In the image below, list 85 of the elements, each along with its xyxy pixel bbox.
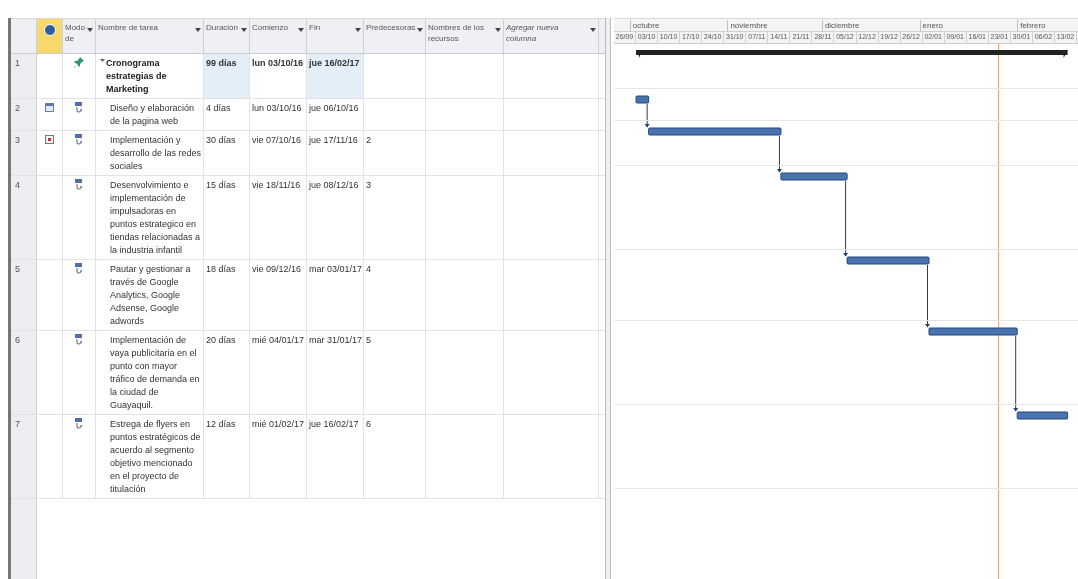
- predecessor-cell: 5: [366, 335, 371, 345]
- auto-schedule-icon: [75, 179, 83, 190]
- auto-schedule-icon: [75, 134, 83, 145]
- start-date-cell: vie 18/11/16: [252, 180, 301, 190]
- task-name: Implementación y desarrollo de las redes sociales: [110, 134, 203, 173]
- start-date-cell: mié 04/01/17: [252, 335, 305, 345]
- row-number: 6: [11, 331, 37, 414]
- month-label: octubre: [629, 20, 660, 31]
- dropdown-caret-icon[interactable]: [417, 28, 423, 32]
- connector-line: [778, 135, 780, 166]
- task-name: Desenvolvimiento e implementación de impulsadoras en puntos estrategico en tiendas relacionadas a la industria infantil: [110, 179, 202, 257]
- task-bar: [780, 172, 848, 181]
- connector-line: [845, 180, 847, 250]
- column-header[interactable]: Agregar nueva columna: [504, 19, 599, 53]
- predecessor-cell: 6: [366, 419, 371, 429]
- finish-date-cell: mar 31/01/17: [309, 335, 363, 345]
- connector-arrow: [843, 249, 849, 257]
- dropdown-caret-icon[interactable]: [495, 28, 501, 32]
- column-header[interactable]: Comienzo: [250, 19, 307, 53]
- task-name: Estrega de flyers en puntos estratégicos de acuerdo al segmento objetivo mencionado en el proyecto de titulación: [110, 418, 202, 496]
- predecessor-cell: 3: [366, 180, 371, 190]
- finish-date-cell: jue 16/02/17: [309, 58, 360, 68]
- task-bar: [1016, 411, 1069, 420]
- column-header[interactable]: Modo de: [63, 19, 96, 53]
- month-label: febrero: [1017, 20, 1046, 31]
- task-name: Pautar y gestionar a través de Google Analytics, Google Adsense, Google adwords: [110, 263, 192, 328]
- finish-date-cell: jue 06/10/16: [309, 103, 359, 113]
- predecessor-cell: 2: [366, 135, 371, 145]
- predecessor-cell: 4: [366, 264, 371, 274]
- dropdown-caret-icon[interactable]: [195, 28, 201, 32]
- auto-schedule-icon: [75, 102, 83, 113]
- finish-date-cell: jue 08/12/16: [309, 180, 359, 190]
- connector-line: [1015, 335, 1017, 405]
- auto-schedule-icon: [75, 263, 83, 274]
- connector-arrow: [1013, 404, 1019, 412]
- collapse-icon[interactable]: [100, 59, 105, 64]
- start-date-cell: vie 07/10/16: [252, 135, 302, 145]
- start-date-cell: lun 03/10/16: [252, 103, 302, 113]
- dropdown-caret-icon[interactable]: [355, 28, 361, 32]
- duration-cell: 12 días: [206, 419, 236, 429]
- row-number: 1: [11, 54, 37, 98]
- finish-date-cell: jue 16/02/17: [309, 419, 359, 429]
- duration-cell: 4 días: [206, 103, 231, 113]
- row-number: 7: [11, 415, 37, 498]
- auto-schedule-icon: [75, 334, 83, 345]
- dropdown-caret-icon[interactable]: [87, 28, 93, 32]
- task-name: Diseño y elaboración de la pagina web: [110, 102, 196, 128]
- row-number: 4: [11, 176, 37, 259]
- duration-cell: 15 días: [206, 180, 236, 190]
- row-number: 3: [11, 131, 37, 175]
- task-bar: [635, 95, 650, 104]
- month-label: noviembre: [727, 20, 768, 31]
- row-number: 5: [11, 260, 37, 330]
- column-header[interactable]: Predecesoras: [364, 19, 426, 53]
- indicator-column-icon: [43, 24, 56, 36]
- finish-date-cell: jue 17/11/16: [309, 135, 358, 145]
- duration-cell: 30 días: [206, 135, 236, 145]
- duration-cell: 20 días: [206, 335, 236, 345]
- start-date-cell: mié 01/02/17: [252, 419, 305, 429]
- task-name: Implementación de vaya publicitaria en el punto con mayor tráfico de demanda en la ciudad de Guayaquil.: [110, 334, 201, 412]
- column-header[interactable]: Fin: [307, 19, 364, 53]
- finish-date-cell: mar 03/01/17: [309, 264, 363, 274]
- connector-line: [646, 103, 648, 121]
- month-label: enero: [919, 20, 943, 31]
- duration-cell: 18 días: [206, 264, 236, 274]
- start-date-cell: vie 09/12/16: [252, 264, 302, 274]
- task-name: Cronograma estrategias de Marketing: [106, 57, 168, 96]
- month-label: diciembre: [821, 20, 860, 31]
- column-header[interactable]: Nombre de tarea: [96, 19, 204, 53]
- note-icon: [45, 135, 54, 144]
- connector-arrow: [925, 320, 930, 328]
- connector-arrow: [776, 165, 782, 173]
- duration-cell: 99 días: [206, 58, 237, 68]
- connector-line: [927, 264, 928, 321]
- dropdown-caret-icon[interactable]: [590, 28, 596, 32]
- pin-icon: [74, 57, 84, 68]
- start-date-cell: lun 03/10/16: [252, 58, 304, 68]
- row-number: 2: [11, 99, 37, 130]
- column-header[interactable]: Nombres de los recursos: [426, 19, 504, 53]
- column-header[interactable]: Duración: [204, 19, 250, 53]
- calendar-icon: [45, 103, 54, 112]
- dropdown-caret-icon[interactable]: [298, 28, 304, 32]
- dropdown-caret-icon[interactable]: [241, 28, 247, 32]
- connector-arrow: [644, 120, 650, 128]
- auto-schedule-icon: [75, 418, 83, 429]
